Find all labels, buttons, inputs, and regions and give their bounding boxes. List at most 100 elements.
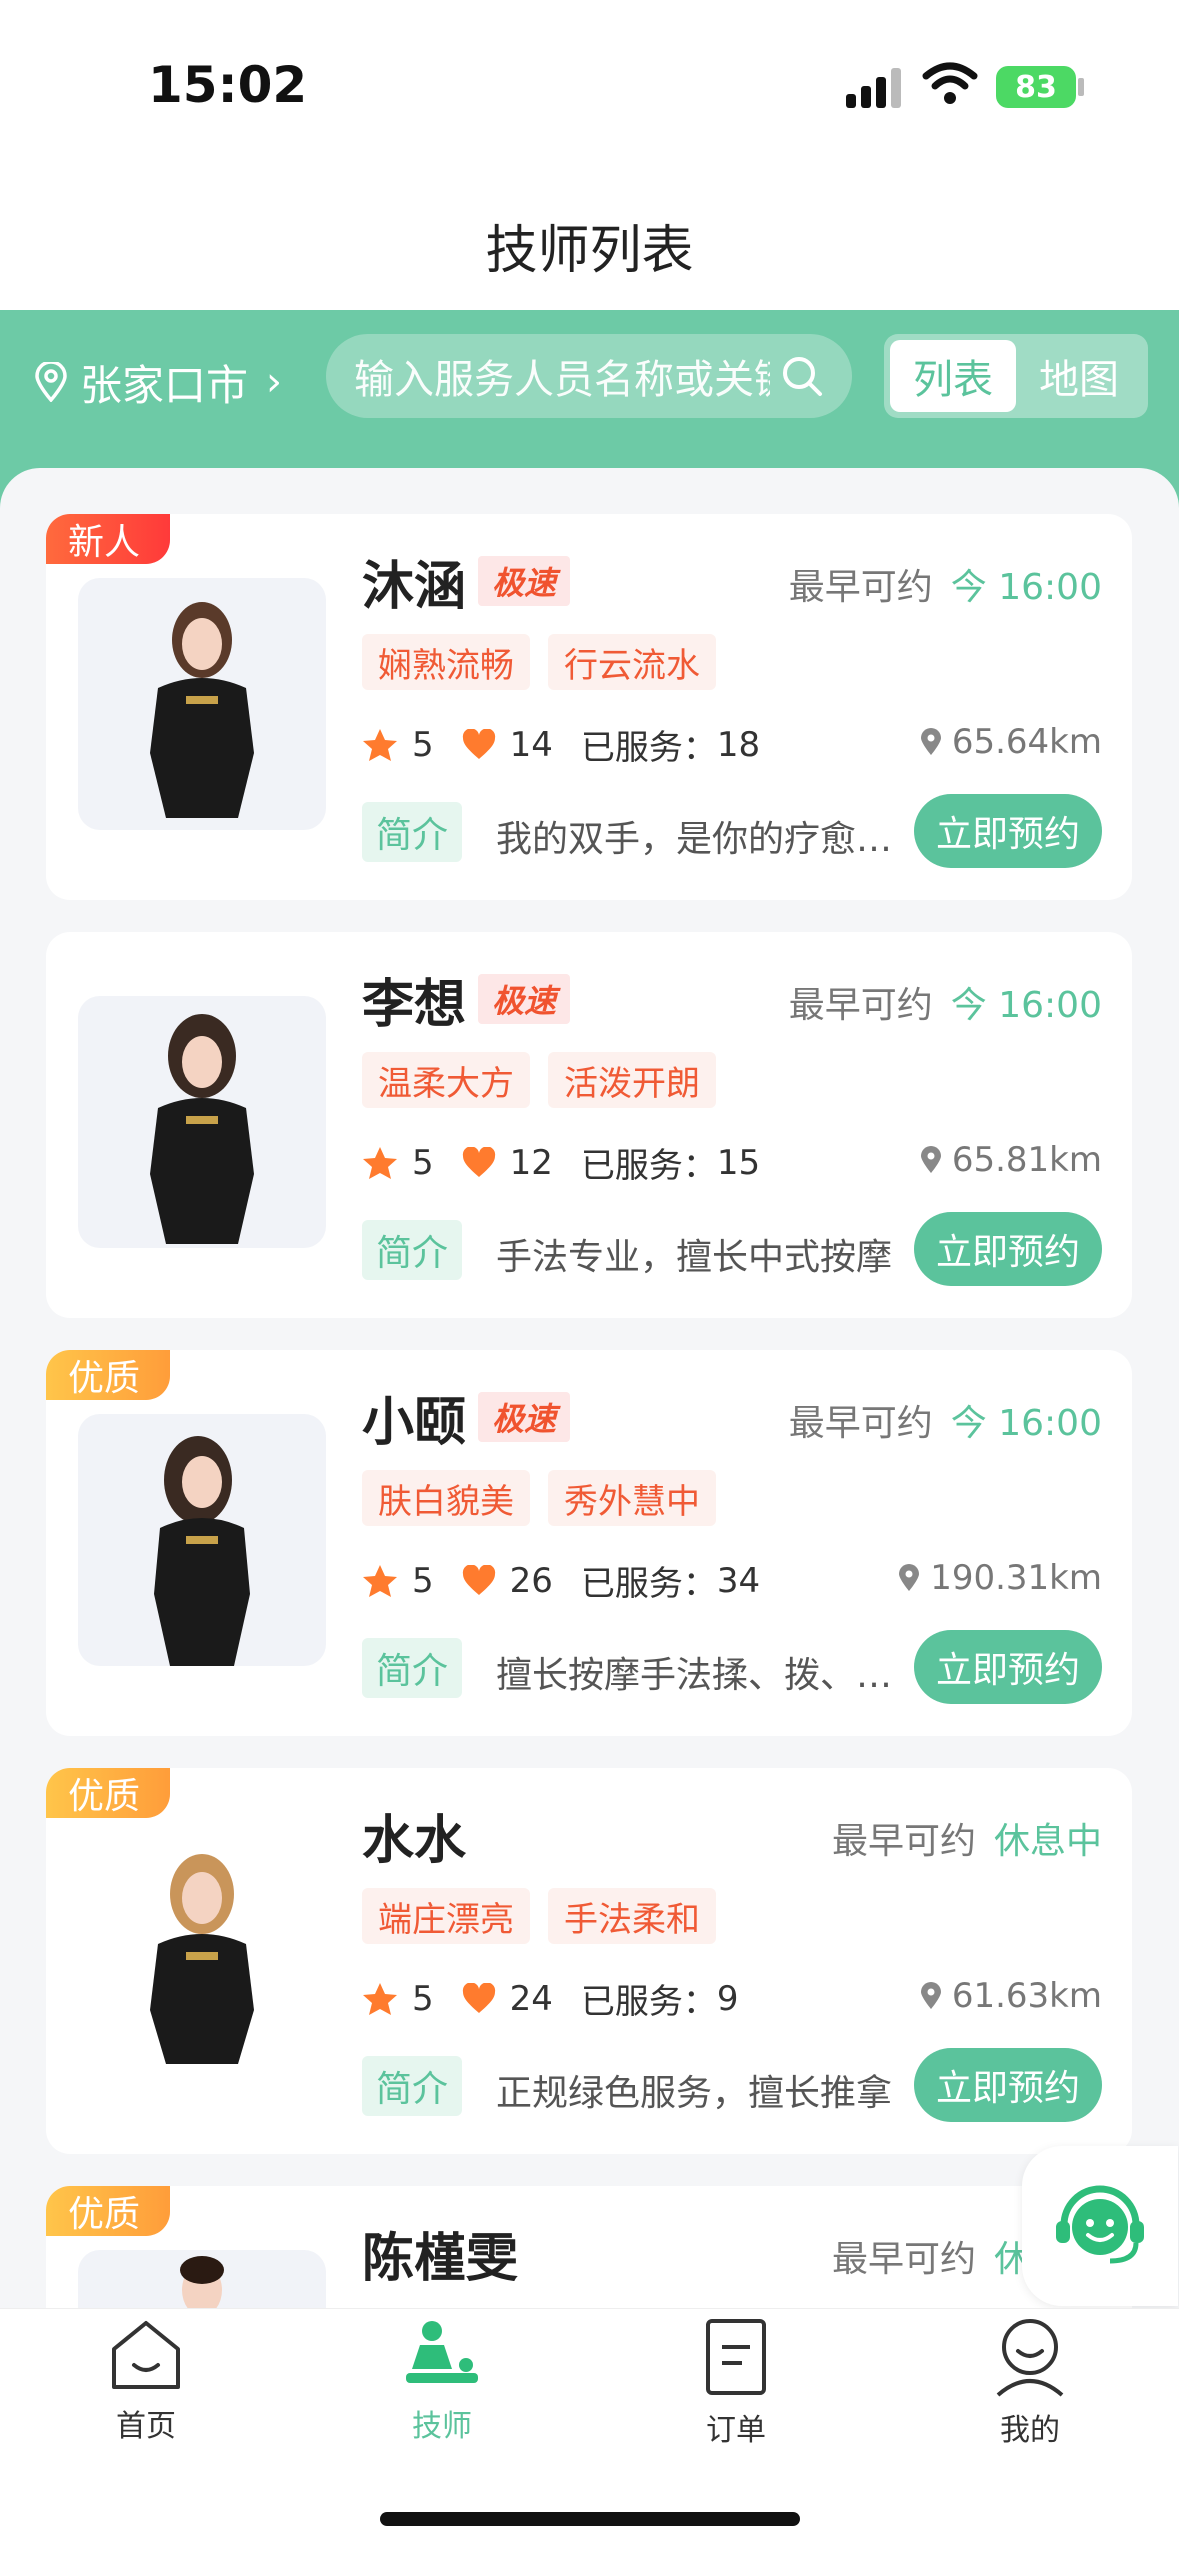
tab-label: 订单	[706, 2413, 766, 2448]
earliest-time: 休息中	[993, 1821, 1102, 1862]
distance: 65.64km	[920, 722, 1102, 762]
tag: 娴熟流畅	[362, 634, 530, 690]
city-name: 张家口市	[80, 360, 249, 410]
technician-list[interactable]: 新人 沐涵 极速 最早可约今 16:00 娴熟流畅 行云流水 5 14 已服务：…	[0, 468, 1179, 2308]
intro-text: 正规绿色服务，擅长推拿	[496, 2073, 893, 2114]
search-icon[interactable]	[780, 354, 824, 398]
wifi-icon	[922, 62, 978, 104]
tab-technician[interactable]: 技师	[352, 2317, 532, 2445]
intro-text: 我的双手，是你的疗愈之源	[496, 819, 926, 860]
rating-value: 5	[412, 1560, 434, 1601]
status-time: 15:02	[148, 56, 308, 114]
status-bar: 15:02 83	[0, 0, 1179, 160]
tab-label: 我的	[1000, 2413, 1060, 2448]
battery-tip	[1078, 78, 1084, 96]
search-placeholder: 输入服务人员名称或关键字	[354, 357, 770, 403]
fast-badge: 极速	[478, 556, 571, 606]
home-icon	[112, 2321, 180, 2389]
book-now-button[interactable]: 立即预约	[914, 794, 1102, 868]
earliest-label: 最早可约	[788, 985, 933, 1026]
tab-map-view[interactable]: 地图	[1016, 340, 1142, 412]
likes-count: 24	[509, 1978, 553, 2019]
intro-text: 擅长按摩手法揉、拨、按等	[496, 1655, 926, 1696]
star-icon	[362, 1146, 398, 1180]
technician-card[interactable]: 李想 极速 最早可约今 16:00 温柔大方 活泼开朗 5 12 已服务： 15 …	[46, 932, 1132, 1318]
technician-card[interactable]: 优质 陈槿雯 最早可约休息中	[46, 2186, 1132, 2308]
tab-mine[interactable]: 我的	[940, 2317, 1120, 2449]
served-label: 已服务：	[580, 1146, 717, 1186]
earliest-available: 最早可约今 16:00	[789, 1394, 1102, 1446]
heart-icon	[462, 1146, 496, 1179]
technician-card[interactable]: 优质 小颐 极速 最早可约今 16:00 肤白貌美 秀外慧中 5 26 已服务：…	[46, 1350, 1132, 1736]
location-pin-icon	[920, 1982, 941, 2009]
tag: 肤白貌美	[362, 1470, 530, 1526]
tab-list-view[interactable]: 列表	[890, 340, 1016, 412]
earliest-label: 最早可约	[788, 567, 933, 608]
location-pin-icon	[920, 1146, 941, 1173]
fast-badge: 极速	[478, 974, 571, 1024]
served-count: 9	[716, 1978, 739, 2019]
tab-orders[interactable]: 订单	[646, 2317, 826, 2449]
massage-icon	[406, 2321, 478, 2383]
earliest-time: 今 16:00	[950, 1403, 1102, 1444]
technician-photo	[78, 1832, 326, 2084]
rating-value: 5	[412, 1142, 434, 1183]
location-pin-icon	[35, 362, 67, 402]
technician-name: 沐涵	[362, 557, 467, 617]
served-label: 已服务：	[580, 1982, 717, 2022]
book-now-button[interactable]: 立即预约	[914, 2048, 1102, 2122]
location-pin-icon	[899, 1564, 920, 1591]
earliest-label: 最早可约	[831, 2239, 976, 2280]
book-now-button[interactable]: 立即预约	[914, 1630, 1102, 1704]
technician-card[interactable]: 优质 水水 最早可约 休息中 端庄漂亮 手法柔和 5 24 已服务： 9 61.63…	[46, 1768, 1132, 2154]
technician-name: 陈槿雯	[362, 2229, 519, 2289]
new-badge: 新人	[46, 514, 171, 564]
quality-badge: 优质	[46, 1768, 171, 1818]
stats-row: 5 14 已服务： 18	[362, 720, 760, 769]
tag: 行云流水	[548, 634, 716, 690]
stats-row: 5 24 已服务： 9	[362, 1974, 739, 2023]
quality-badge: 优质	[46, 1350, 171, 1400]
technician-photo	[78, 578, 326, 830]
technician-card[interactable]: 新人 沐涵 极速 最早可约今 16:00 娴熟流畅 行云流水 5 14 已服务：…	[46, 514, 1132, 900]
tag: 活泼开朗	[548, 1052, 716, 1108]
stats-row: 5 12 已服务： 15	[362, 1138, 760, 1187]
earliest-label: 最早可约	[788, 1403, 933, 1444]
served-count: 34	[716, 1560, 761, 1601]
tab-home[interactable]: 首页	[56, 2317, 236, 2445]
tag-list: 端庄漂亮 手法柔和	[362, 1888, 716, 1944]
tag: 秀外慧中	[548, 1470, 716, 1526]
technician-photo	[78, 1414, 326, 1666]
book-now-button[interactable]: 立即预约	[914, 1212, 1102, 1286]
tag-list: 娴熟流畅 行云流水	[362, 634, 716, 690]
customer-service-icon	[1056, 2185, 1144, 2264]
location-pin-icon	[920, 728, 941, 755]
technician-name: 李想	[362, 975, 467, 1035]
served-label: 已服务：	[580, 1564, 717, 1604]
technician-photo	[78, 996, 326, 1248]
served-count: 15	[716, 1142, 761, 1183]
signal-icon	[846, 68, 902, 108]
earliest-available: 最早可约今 16:00	[789, 558, 1102, 610]
search-input[interactable]: 输入服务人员名称或关键字	[326, 334, 852, 418]
city-selector[interactable]: 张家口市 ›	[34, 340, 282, 424]
tag-list: 肤白貌美 秀外慧中	[362, 1470, 716, 1526]
tag: 端庄漂亮	[362, 1888, 530, 1944]
distance: 190.31km	[898, 1558, 1102, 1598]
heart-icon	[462, 1564, 496, 1597]
heart-icon	[462, 1982, 496, 2015]
served-label: 已服务：	[580, 728, 717, 768]
technician-photo	[78, 2250, 326, 2308]
technician-name: 小颐	[362, 1393, 467, 1453]
earliest-label: 最早可约	[831, 1821, 976, 1862]
tab-label: 技师	[412, 2409, 472, 2444]
earliest-available: 最早可约休息中	[832, 1812, 1102, 1864]
intro-label: 简介	[362, 802, 463, 862]
rating-value: 5	[412, 724, 434, 765]
likes-count: 26	[509, 1560, 553, 1601]
customer-service-button[interactable]	[1022, 2146, 1178, 2306]
distance: 61.63km	[920, 1976, 1102, 2016]
technician-name: 水水	[362, 1811, 467, 1871]
earliest-time: 今 16:00	[950, 985, 1102, 1026]
intro-label: 简介	[362, 1220, 463, 1280]
